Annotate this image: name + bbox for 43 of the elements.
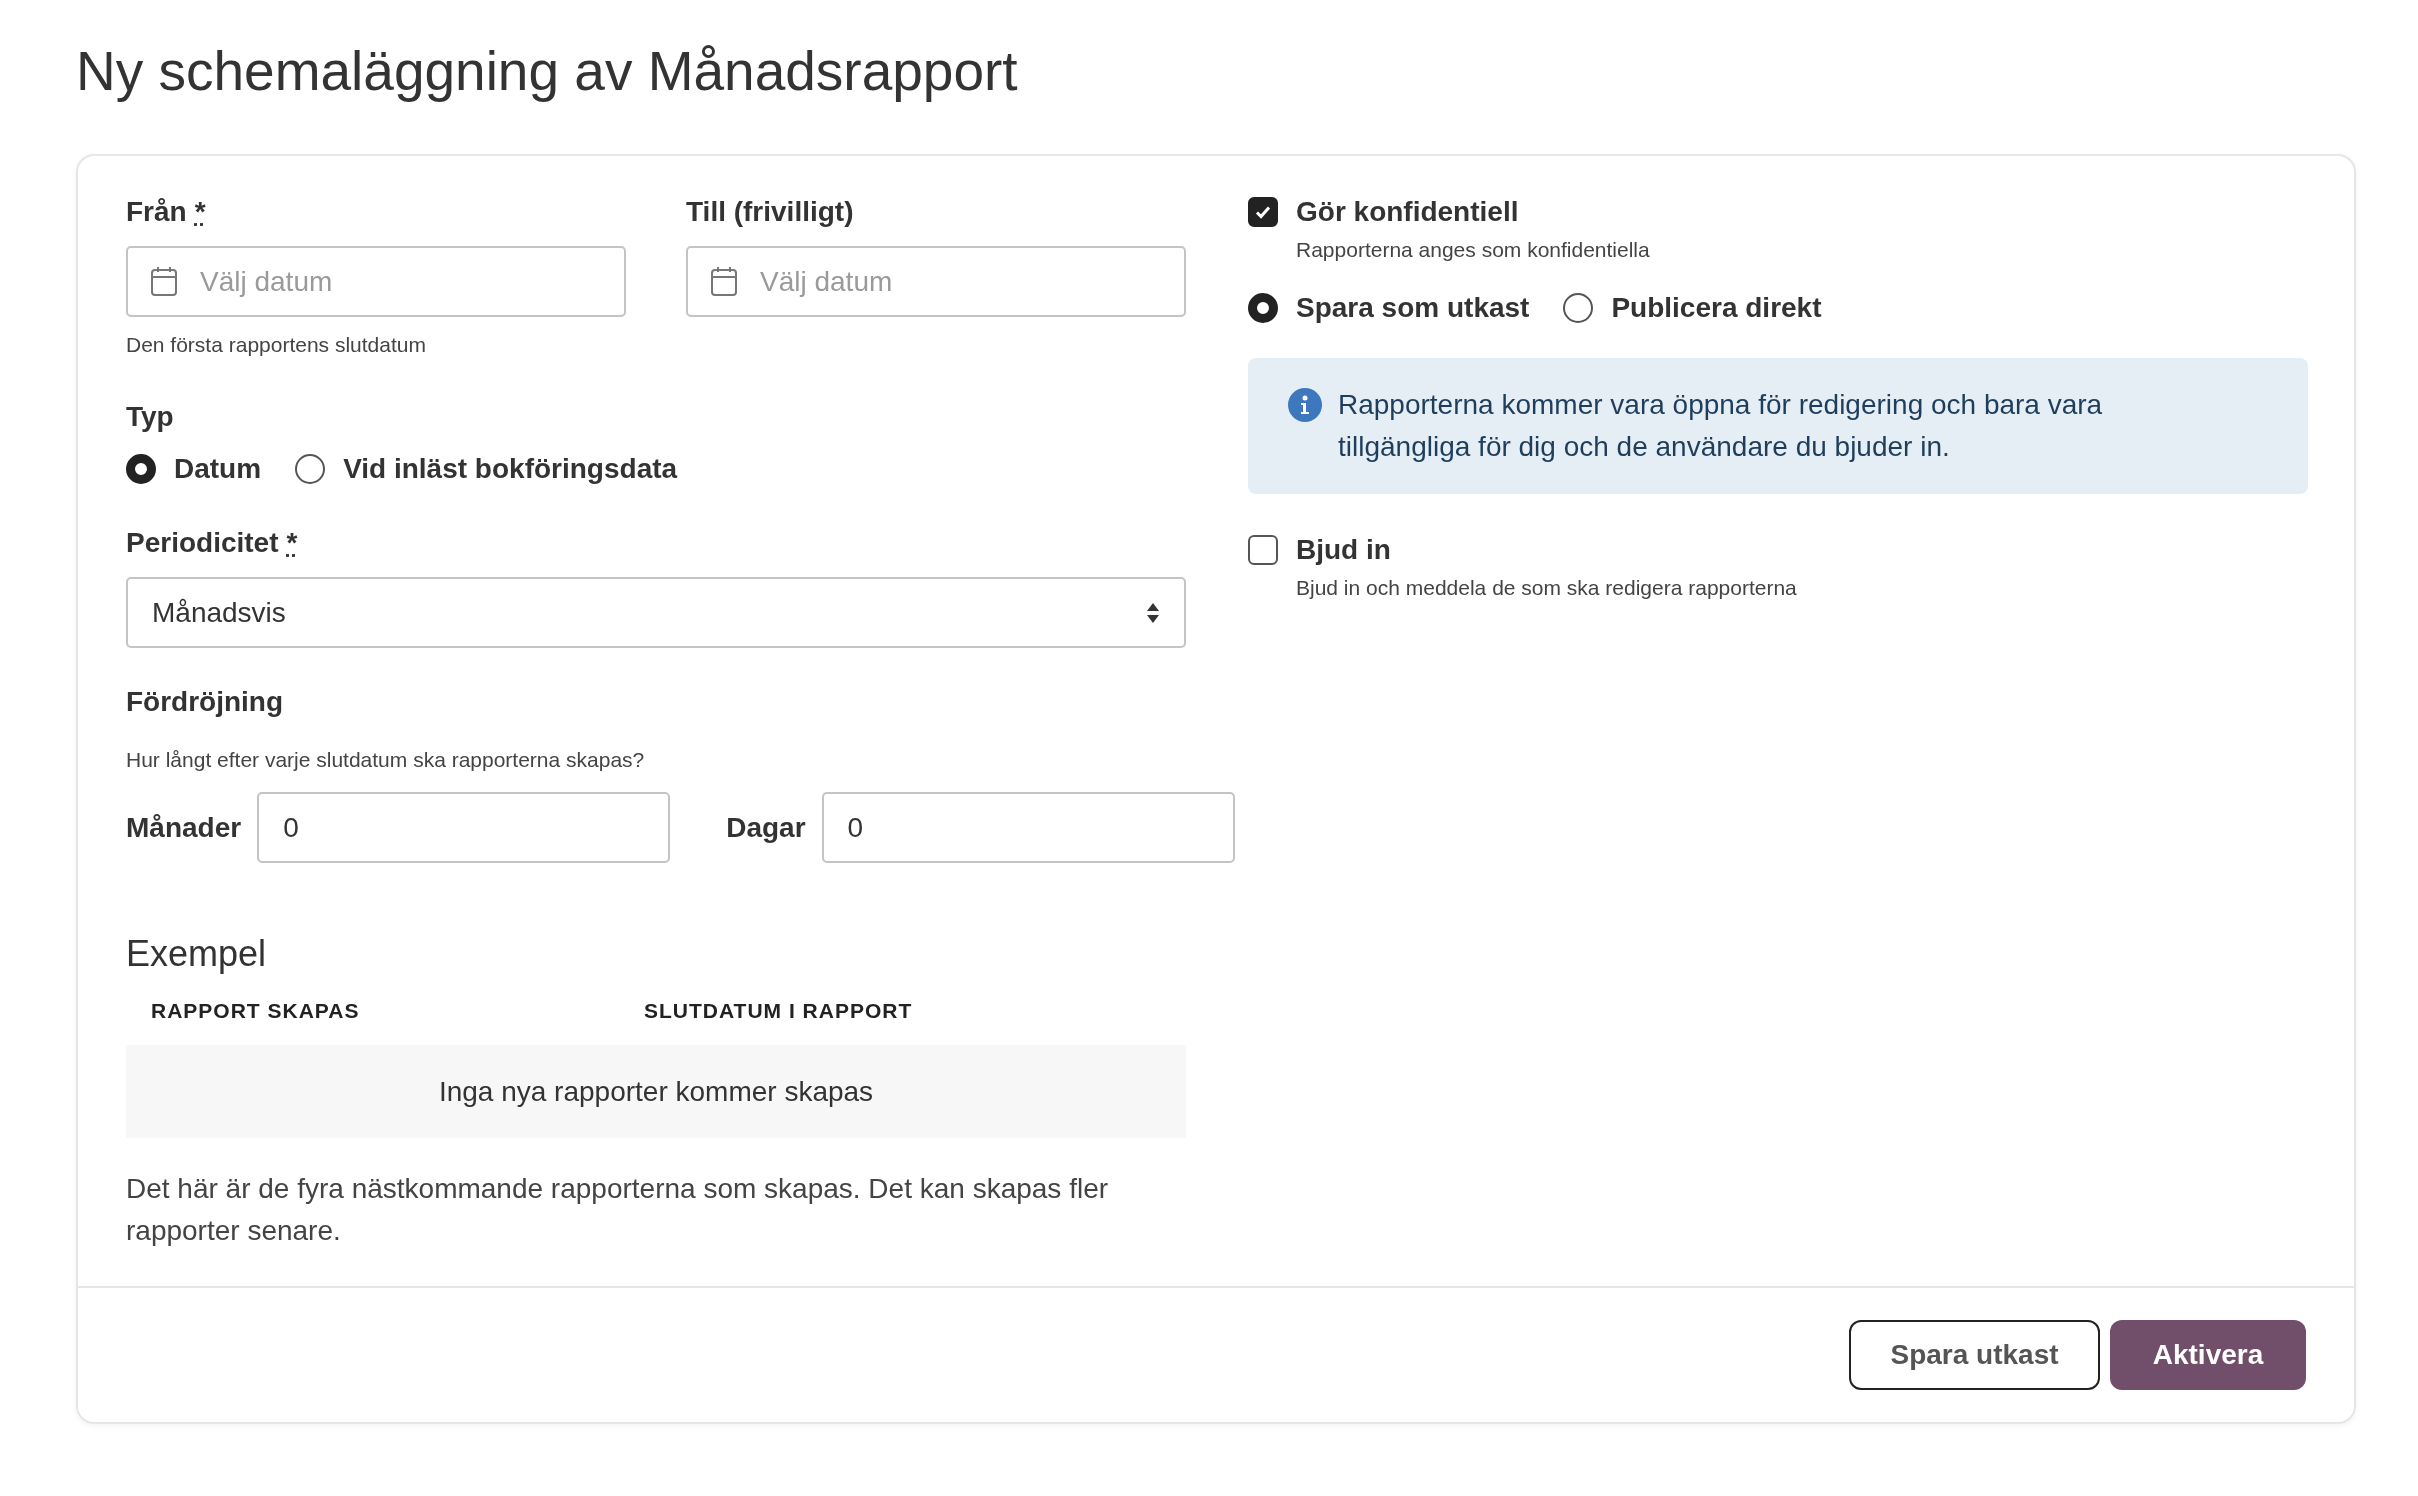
empty-table-message: Inga nya rapporter kommer skapas bbox=[126, 1045, 1186, 1138]
checkbox-label: Bjud in bbox=[1296, 534, 1391, 566]
page-title: Ny schemaläggning av Månadsrapport bbox=[76, 39, 1019, 104]
radio-button[interactable] bbox=[1248, 293, 1278, 323]
number-field[interactable]: 0 bbox=[821, 792, 1235, 863]
radio-option[interactable]: Datum bbox=[126, 453, 262, 485]
checkbox-description: Bjud in och meddela de som ska redigera rapporterna bbox=[1296, 576, 1798, 600]
checkbox-label: Gör konfidentiell bbox=[1296, 196, 1519, 228]
section-description: Hur långt efter varje slutdatum ska rapporterna skapas? bbox=[126, 748, 646, 772]
number-field[interactable]: 0 bbox=[257, 792, 671, 863]
field-label: Månader bbox=[126, 811, 242, 844]
info-icon bbox=[1288, 388, 1322, 422]
date-field[interactable]: Välj datum bbox=[686, 246, 1186, 317]
info-text: Rapporterna kommer vara öppna för redigering och bara vara tillgängliga för dig och de användare du bjuder in. bbox=[1338, 388, 2104, 464]
radio-option[interactable]: Publicera direkt bbox=[1563, 292, 1822, 324]
calendar-icon bbox=[710, 265, 738, 297]
radio-button[interactable] bbox=[1563, 293, 1594, 323]
field-label: Periodicitet bbox=[126, 527, 279, 559]
column-header: RAPPORT SKAPAS bbox=[151, 999, 361, 1023]
periodicity-select[interactable]: Månadsvis bbox=[126, 577, 1186, 648]
radio-option[interactable]: Spara som utkast bbox=[1248, 292, 1530, 324]
section-label: Typ bbox=[126, 401, 175, 433]
note-text: Det här är de fyra nästkommande rapporterna som skapas. Det kan skapas fler rapporter senare. bbox=[126, 1172, 1110, 1248]
activate-button[interactable]: Aktivera bbox=[2110, 1320, 2306, 1390]
help-text: Den första rapportens slutdatum bbox=[126, 333, 427, 357]
radio-option[interactable]: Vid inläst bokföringsdata bbox=[295, 453, 678, 485]
radio-button[interactable] bbox=[295, 454, 326, 484]
section-label: Fördröjning bbox=[126, 686, 285, 718]
required-mark: * bbox=[286, 527, 298, 559]
section-title: Exempel bbox=[126, 933, 268, 975]
sort-caret-icon bbox=[1146, 601, 1160, 624]
checkbox[interactable] bbox=[1248, 535, 1278, 565]
checkbox-description: Rapporterna anges som konfidentiella bbox=[1296, 238, 1651, 262]
field-label: Från bbox=[126, 196, 187, 228]
field-label: Till (frivilligt) bbox=[686, 196, 854, 228]
radio-button[interactable] bbox=[126, 454, 156, 484]
column-header: SLUTDATUM I RAPPORT bbox=[644, 999, 914, 1023]
field-label: Dagar bbox=[726, 811, 806, 844]
checkbox[interactable] bbox=[1248, 197, 1278, 227]
save-draft-button[interactable]: Spara utkast bbox=[1849, 1320, 2100, 1390]
date-field[interactable]: Välj datum bbox=[126, 246, 626, 317]
required-mark: * bbox=[194, 196, 206, 228]
calendar-icon bbox=[150, 265, 178, 297]
